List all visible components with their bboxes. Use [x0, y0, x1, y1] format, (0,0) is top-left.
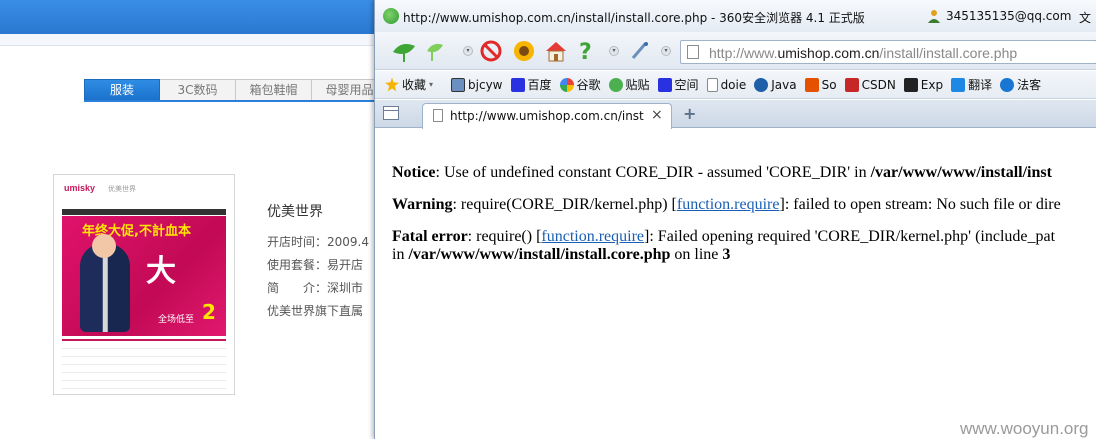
shop-open-time: 开店时间：2009.4 [267, 235, 369, 249]
home-icon[interactable] [543, 38, 569, 64]
warning-function-link[interactable]: function.require [677, 196, 780, 213]
file-menu[interactable]: 文 [1079, 9, 1091, 26]
image-icon [451, 77, 466, 92]
shop-info: 优美世界 开店时间：2009.4 使用套餐：易开店 简 介：深圳市 优美世界旗下… [267, 201, 377, 323]
warning-message: Warning: require(CORE_DIR/kernel.php) [f… [392, 196, 1061, 213]
google-icon [559, 77, 574, 92]
close-icon[interactable]: × [651, 107, 663, 123]
shop-intro: 简 介：深圳市 [267, 281, 364, 295]
fatal-error-path: /var/www/www/install/install.core.php [408, 246, 671, 263]
warning-label: Warning [392, 196, 453, 213]
c-icon [1000, 77, 1015, 92]
tab-install-core[interactable]: http://www.umishop.com.cn/inst... × [422, 103, 672, 129]
watermark: www.wooyun.org [960, 419, 1089, 438]
sidebar-toggle-icon[interactable] [383, 106, 399, 120]
category-tabs: 服装 3C数码 箱包鞋帽 母婴用品 [84, 79, 388, 101]
thumbnail-product-list [62, 339, 226, 389]
browser-window: http://www.umishop.com.cn/install/instal… [374, 0, 1096, 439]
new-tab-button[interactable]: + [683, 104, 696, 123]
browser-toolbar: ▾ ? ▾ ▾ http://www.umishop.com.cn/instal… [375, 32, 1096, 70]
fatal-error-line-number: 3 [722, 246, 731, 263]
csdn-icon [844, 77, 859, 92]
so-icon [804, 77, 819, 92]
refresh-sunflower-icon[interactable] [511, 38, 537, 64]
bookmark-google[interactable]: 谷歌 [559, 76, 601, 93]
notice-path: /var/www/www/install/inst [870, 164, 1052, 181]
stop-icon[interactable] [478, 38, 504, 64]
shop-package: 使用套餐：易开店 [267, 258, 364, 272]
thumbnail-banner-big-text: 大 [146, 254, 176, 289]
thumbnail-sale-number: 2 [202, 300, 216, 324]
thumbnail-banner: 年终大促,不計血本 大 全场低至 2 [62, 216, 226, 336]
tools-dropdown-icon[interactable]: ▾ [609, 46, 619, 56]
browser-logo-icon [383, 8, 399, 24]
back-leaf-icon[interactable] [391, 38, 417, 64]
background-header [0, 0, 380, 34]
user-account-email[interactable]: 345135135@qq.com [946, 9, 1071, 23]
fatal-error-label: Fatal error [392, 228, 468, 245]
category-tab-clothing[interactable]: 服装 [84, 79, 160, 101]
shop-thumbnail[interactable]: umisky 优美世界 年终大促,不計血本 大 全场低至 2 [53, 174, 235, 395]
window-title: http://www.umishop.com.cn/install/instal… [403, 11, 865, 25]
shop-description: 优美世界旗下直属 [267, 304, 364, 318]
thumbnail-sale-text: 全场低至 [158, 315, 195, 325]
paw-icon [510, 77, 525, 92]
svg-text:?: ? [579, 40, 592, 62]
frog-icon [608, 77, 623, 92]
bookmark-tieba[interactable]: 贴贴 [608, 76, 650, 93]
forward-leaf-icon[interactable] [421, 38, 447, 64]
page-icon [706, 77, 718, 92]
translate-icon [951, 77, 966, 92]
page-icon [687, 45, 699, 59]
address-url[interactable]: http://www.umishop.com.cn/install/instal… [709, 45, 1017, 61]
bookmark-doie[interactable]: doie [706, 77, 746, 92]
title-bar[interactable]: http://www.umishop.com.cn/install/instal… [375, 0, 1096, 32]
thumbnail-logo: umisky [64, 183, 96, 193]
category-tab-digital[interactable]: 3C数码 [160, 79, 236, 101]
thumbnail-nav-bar [62, 209, 226, 215]
bookmark-exp[interactable]: Exp [903, 77, 943, 92]
bookmark-java[interactable]: Java [754, 77, 797, 92]
history-dropdown-icon[interactable]: ▾ [463, 46, 473, 56]
bookmarks-bar: 收藏 ▾ bjcyw 百度 谷歌 贴贴 空间 doie Java So CSDN… [375, 71, 1096, 99]
background-subheader [0, 34, 380, 46]
fatal-error-message: Fatal error: require() [function.require… [392, 228, 1056, 245]
tab-title: http://www.umishop.com.cn/inst... [450, 109, 645, 123]
star-icon [385, 77, 399, 92]
category-tab-bags-shoes[interactable]: 箱包鞋帽 [236, 79, 312, 101]
page-content: Notice: Use of undefined constant CORE_D… [375, 129, 1096, 439]
bookmark-so[interactable]: So [804, 77, 837, 92]
page-icon [433, 109, 443, 122]
bookmark-translate[interactable]: 翻译 [951, 76, 992, 93]
bookmark-csdn[interactable]: CSDN [844, 77, 896, 92]
bookmark-bjcyw[interactable]: bjcyw [451, 77, 503, 92]
bookmark-fake[interactable]: 法客 [1000, 76, 1041, 93]
brush-tool-icon[interactable] [627, 38, 653, 64]
bookmark-baidu[interactable]: 百度 [510, 76, 552, 93]
shop-thumbnail-image: umisky 优美世界 年终大促,不計血本 大 全场低至 2 [58, 179, 230, 390]
thumbnail-model-head [92, 234, 116, 258]
address-bar[interactable]: http://www.umishop.com.cn/install/instal… [680, 40, 1096, 64]
help-icon[interactable]: ? [573, 38, 599, 64]
brush-dropdown-icon[interactable]: ▾ [661, 46, 671, 56]
user-icon[interactable] [927, 9, 941, 23]
notice-label: Notice [392, 164, 436, 181]
tab-strip: http://www.umishop.com.cn/inst... × + [375, 100, 1096, 129]
shop-name[interactable]: 优美世界 [267, 201, 377, 221]
notice-message: Notice: Use of undefined constant CORE_D… [392, 164, 1052, 181]
category-underline [84, 100, 380, 102]
fatal-function-link[interactable]: function.require [541, 228, 644, 245]
exp-icon [903, 77, 918, 92]
thumbnail-logo-subtitle: 优美世界 [108, 185, 136, 193]
bookmark-favorites[interactable]: 收藏 ▾ [385, 76, 443, 93]
bookmark-space[interactable]: 空间 [657, 76, 699, 93]
fatal-error-location: in /var/www/www/install/install.core.php… [392, 246, 731, 263]
refresh-icon [754, 77, 769, 92]
paw-icon [657, 77, 672, 92]
